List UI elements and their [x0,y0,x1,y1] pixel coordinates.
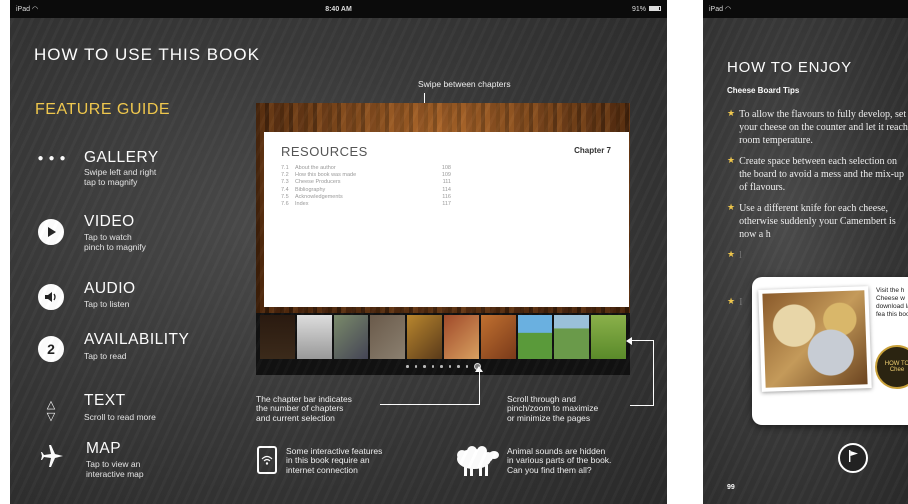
chapter-page[interactable]: RESOURCES Chapter 7 7.1 About the author 1… [264,132,629,307]
chapter-label: Chapter 7 [574,146,611,155]
feature-video-desc: Tap to watch pinch to magnify [84,232,146,252]
speaker-icon[interactable] [38,284,64,310]
feature-text-title: TEXT [84,392,126,409]
page-title: HOW TO ENJOY [727,59,852,76]
feature-map-desc: Tap to view an interactive map [86,459,144,479]
flag-button[interactable] [838,443,868,473]
sheep-icon [452,445,500,482]
wifi-icon: ◠ [31,6,39,13]
feature-guide-heading: FEATURE GUIDE [35,101,171,118]
chapter-thumbnail[interactable] [296,315,332,359]
chapter-thumbnail[interactable] [480,315,516,359]
page-number: 99 [727,484,735,491]
list-item: ★ Use a different knife for each cheese, … [727,202,896,240]
clock: 8:40 AM [325,5,352,13]
list-item: ★ l [727,249,742,261]
toc-row[interactable]: 7.1 About the author 108 [281,165,451,172]
status-bar: iPad ◠ [703,0,908,18]
chapter-thumbnail[interactable] [370,315,406,359]
feature-availability-title: AVAILABILITY [84,331,190,348]
scroll-annotation: Scroll through and pinch/zoom to maximize… [507,394,599,423]
resources-heading: RESOURCES [281,144,368,159]
chapter-bar-arrow-head [475,366,483,372]
scroll-arrow-line-vertical [653,340,654,406]
chapter-thumbnail-bar[interactable] [256,315,630,359]
play-icon[interactable] [38,219,64,245]
list-item: ★ To allow the flavours to fully develop,… [727,108,908,146]
scroll-arrow-line-bottom [630,405,654,406]
flag-icon [846,449,860,468]
battery-icon [649,6,661,12]
swipe-arrow-head [419,143,429,150]
chapter-dots[interactable] [406,363,481,370]
popup-text: Visit the h Cheese w download labels fea… [876,287,908,319]
number-2-icon[interactable]: 2 [38,336,64,362]
chapter-thumbnail[interactable] [333,315,369,359]
status-bar: iPad ◠ 8:40 AM 91% [10,0,667,18]
feature-video-title: VIDEO [84,213,135,230]
dots-icon: ●●● [37,152,71,164]
table-of-contents: 7.1 About the author 108 7.2 How this book … [281,165,451,208]
feature-gallery-desc: Swipe left and right tap to magnify [84,167,157,187]
chapter-thumbnail[interactable] [407,315,442,359]
feature-audio-title: AUDIO [84,280,136,297]
section-subtitle: Cheese Board Tips [727,86,800,95]
chapter-thumbnail[interactable] [554,315,590,359]
chapter-thumbnail[interactable] [260,315,295,359]
wifi-icon: ◠ [724,6,732,13]
star-icon: ★ [727,155,736,165]
scroll-arrow-line-top [632,340,654,341]
cheese-photo [758,286,872,392]
toc-row[interactable]: 7.2 How this book was made 109 [281,172,451,179]
toc-row[interactable]: 7.6 Index 117 [281,201,451,208]
info-popup[interactable]: Visit the h Cheese w download labels fea… [752,277,908,425]
chapter-bar-annotation: The chapter bar indicates the number of c… [256,394,352,423]
how-to-enjoy-screen: iPad ◠ HOW TO ENJOY Cheese Board Tips ★ T… [703,0,908,504]
swipe-annotation: Swipe between chapters [418,79,511,89]
toc-row[interactable]: 7.5 Acknowledgements 116 [281,194,451,201]
chapter-bar-line-vertical [479,370,480,405]
page-title: HOW TO USE THIS BOOK [34,45,260,64]
chapter-bar-line [380,404,480,405]
chapter-thumbnail[interactable] [591,315,626,359]
feature-audio-desc: Tap to listen [84,299,130,309]
airplane-icon[interactable] [38,442,66,470]
star-icon: ★ [727,202,736,212]
feature-text-desc: Scroll to read more [84,412,156,422]
chapter-thumbnail[interactable] [443,315,479,359]
feature-gallery-title: GALLERY [84,149,159,166]
tablet-wifi-icon [257,446,277,474]
star-icon: ★ [727,108,736,118]
toc-row[interactable]: 7.4 Bibliography 114 [281,187,451,194]
carrier-label: iPad ◠ [709,6,732,13]
feature-availability-desc: Tap to read [84,351,127,361]
internet-note: Some interactive features in this book re… [286,446,383,475]
how-to-use-screen: iPad ◠ 8:40 AM 91% HOW TO USE THIS BOOK … [10,0,667,504]
feature-map-title: MAP [86,440,122,457]
how-to-badge[interactable]: HOW TO Chee [875,345,908,389]
chapter-thumbnail[interactable] [517,315,553,359]
list-item: ★ Create space between each selection on … [727,155,905,193]
star-icon: ★ [727,249,736,259]
book-preview[interactable]: RESOURCES Chapter 7 7.1 About the author 1… [256,103,630,375]
star-icon: ★ [727,296,736,306]
up-down-arrows-icon: △ ▽ [46,399,56,423]
toc-row[interactable]: 7.3 Cheese Producers 111 [281,179,451,186]
battery-indicator: 91% [632,6,661,13]
carrier-label: iPad ◠ [16,6,39,13]
animal-sounds-note: Animal sounds are hidden in various parts… [507,446,612,475]
